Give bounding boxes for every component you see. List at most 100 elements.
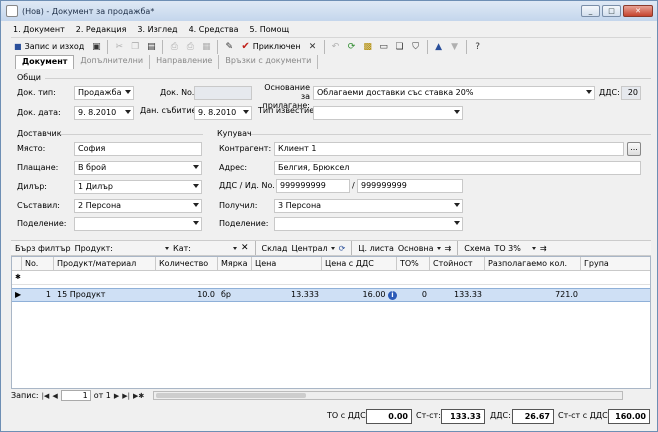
partner-label: Контрагент: [219,144,272,153]
vat-number-field[interactable]: 999999999 [276,179,350,193]
scrollbar-thumb[interactable] [156,393,307,398]
copy-document-icon[interactable]: ❏ [393,40,407,54]
partner-browse-button[interactable]: ... [627,142,641,156]
record-navigator: Запис: |◀ ◀ 1 от 1 ▶ ▶| ▶✱ [11,389,651,402]
menu-document[interactable]: 1. Документ [13,25,65,34]
payment-select[interactable]: В брой [74,161,202,175]
column-header-price-vat[interactable]: Цена с ДДС [322,257,397,271]
category-filter-select[interactable] [195,246,237,250]
event-date-picker[interactable]: 9. 8.2010 [194,106,252,120]
edit-icon[interactable]: ✎ [222,40,236,54]
refresh-icon[interactable]: ⟳ [345,40,359,54]
new-document-icon[interactable]: ▭ [377,40,391,54]
dealer-value: 1 Дилър [78,182,113,191]
post-button[interactable]: ✔ Приключен [238,39,303,55]
basis-select[interactable]: Облагаеми доставки със ставка 20% [313,86,595,100]
doc-date-picker[interactable]: 9. 8.2010 [74,106,134,120]
buyer-division-select[interactable] [274,217,463,231]
minimize-button[interactable]: _ [581,5,600,17]
vat-total: 26.67 [512,409,554,424]
tab-document[interactable]: Документ [15,55,75,69]
cell-to-pct: 0 [421,290,427,299]
new-record-icon[interactable]: ▶✱ [133,392,144,400]
items-grid[interactable]: No. Продукт/материал Количество Мярка Це… [11,256,651,389]
save-exit-button[interactable]: ■ Запис и изход [11,39,87,55]
current-record-field[interactable]: 1 [60,390,91,401]
menu-view[interactable]: 3. Изглед [137,25,177,34]
place-field[interactable]: София [74,142,202,156]
back-icon[interactable]: ↶ [329,40,343,54]
doc-no-field[interactable] [194,86,252,100]
scheme-label: Схема [464,243,491,253]
supplier-divider [61,134,203,135]
clear-filter-icon[interactable]: ✕ [241,243,249,253]
toolbar-separator [351,241,353,255]
column-header-quantity[interactable]: Количество [156,257,218,271]
event-date-label: Дан. събитие: [140,106,200,115]
tab-document-links[interactable]: Връзки с документи [219,55,319,69]
partner-field[interactable]: Клиент 1 [274,142,624,156]
column-header-to-pct[interactable]: ТО% [397,257,430,271]
general-divider [45,78,651,79]
column-header-available[interactable]: Разполагаемо кол. [485,257,581,271]
new-row-marker-icon: ✱ [15,273,21,281]
save-icon-button[interactable]: ▣ [89,40,103,54]
dealer-label: Дилър: [17,182,47,191]
info-icon[interactable]: i [388,291,397,300]
product-filter-select[interactable] [117,246,170,250]
dealer-select[interactable]: 1 Дилър [74,180,202,194]
grid-header: No. Продукт/материал Количество Мярка Це… [12,257,650,271]
scheme-apply-icon[interactable]: ⇉ [540,244,547,253]
last-record-icon[interactable]: ▶| [122,392,130,400]
up-arrow-icon[interactable]: ▲ [432,40,446,54]
author-select[interactable]: 2 Персона [74,199,202,213]
close-button[interactable]: ✕ [623,5,653,17]
column-header-product[interactable]: Продукт/материал [54,257,156,271]
column-header-value[interactable]: Стойност [430,257,485,271]
filter-icon[interactable]: ⛉ [409,40,423,54]
menu-tools[interactable]: 4. Средства [189,25,239,34]
vat-rate-label: ДДС: [599,88,620,97]
export-icon[interactable]: ▦ [199,40,213,54]
pricelist-apply-icon[interactable]: ⇉ [445,244,452,253]
table-row[interactable]: ▶ 1 15 Продукт 10.0 бр 13.333 16.00 i 0 … [12,288,650,302]
warehouse-select[interactable]: Централ [291,243,335,253]
next-record-icon[interactable]: ▶ [114,392,119,400]
column-header-no[interactable]: No. [22,257,54,271]
address-label: Адрес: [219,163,248,172]
pricelist-select[interactable]: Основна [398,244,441,253]
horizontal-scrollbar[interactable] [153,391,624,400]
calculator-icon[interactable]: ▩ [361,40,375,54]
down-arrow-icon[interactable]: ▼ [448,40,462,54]
warehouse-value: Централ [291,243,328,253]
chevron-down-icon [193,165,199,169]
received-select[interactable]: 3 Персона [274,199,463,213]
prev-record-icon[interactable]: ◀ [52,392,57,400]
id-number-field[interactable]: 999999999 [357,179,463,193]
grid-filter-bar: Бърз филтър Продукт: Кат: ✕ Склад Центра… [11,240,651,256]
notice-type-select[interactable] [313,106,463,120]
supplier-division-select[interactable] [74,217,202,231]
buyer-heading: Купувач [217,129,252,138]
menu-edit[interactable]: 2. Редакция [76,25,127,34]
address-field[interactable]: Белгия, Брюксел [274,161,641,175]
paste-icon[interactable]: ▤ [144,40,158,54]
help-icon[interactable]: ? [471,40,485,54]
maximize-button[interactable]: □ [602,5,621,17]
tab-additional[interactable]: Допълнителни [74,55,151,69]
copy-icon[interactable]: ❐ [128,40,142,54]
column-header-group[interactable]: Група [581,257,650,271]
scheme-select[interactable]: ТО 3% [494,244,536,253]
column-header-unit[interactable]: Мярка [218,257,252,271]
column-header-price[interactable]: Цена [252,257,322,271]
print-icon[interactable]: ⎙ [183,40,197,54]
menu-help[interactable]: 5. Помощ [250,25,290,34]
cut-icon[interactable]: ✂ [112,40,126,54]
print-preview-icon[interactable]: ⎙ [167,40,181,54]
delete-icon[interactable]: ✕ [306,40,320,54]
tab-direction[interactable]: Направление [150,55,220,69]
first-record-icon[interactable]: |◀ [42,392,50,400]
warehouse-refresh-icon[interactable]: ⟳ [339,244,346,253]
doc-type-select[interactable]: Продажба [74,86,134,100]
new-row[interactable]: ✱ [12,271,650,285]
